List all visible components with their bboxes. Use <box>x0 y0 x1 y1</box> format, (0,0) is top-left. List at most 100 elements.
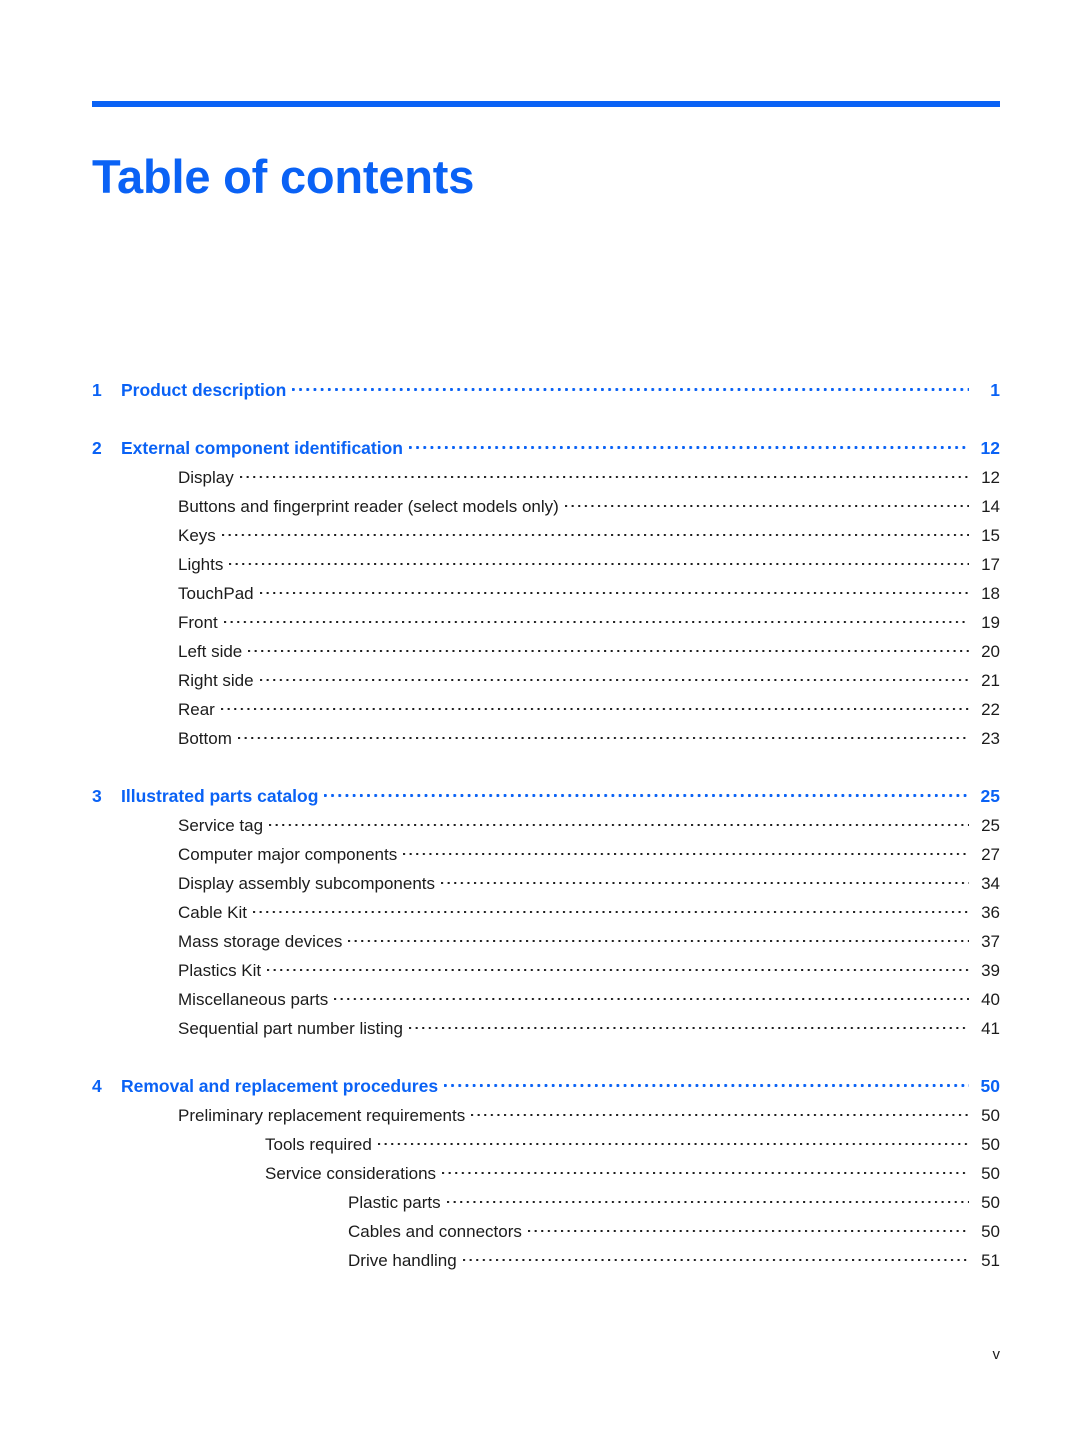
toc-entry-page-number: 12 <box>981 468 1000 487</box>
toc-entry-title: Display <box>178 468 234 487</box>
toc-entry-title: Left side <box>178 642 243 661</box>
toc-dot-leader <box>248 640 969 657</box>
toc-dot-leader <box>403 843 969 860</box>
toc-dot-leader <box>324 785 969 803</box>
toc-entry-title: Cable Kit <box>178 903 247 922</box>
toc-entry-title: Buttons and fingerprint reader (select m… <box>178 497 559 516</box>
toc-entry-title: Plastic parts <box>348 1193 441 1212</box>
toc-section-entry[interactable]: Display 12 <box>92 463 1000 492</box>
toc-dot-leader <box>564 495 969 512</box>
document-page: Table of contents 1 Product description 1 2… <box>0 0 1080 1437</box>
toc-entry-page-number: 39 <box>981 961 1000 980</box>
toc-dot-leader <box>229 553 969 570</box>
toc-section-entry[interactable]: TouchPad 18 <box>92 579 1000 608</box>
toc-chapter-entry[interactable]: 3 Illustrated parts catalog 25 <box>92 782 1000 811</box>
toc-entry-title: Tools required <box>265 1135 372 1154</box>
toc-section-entry[interactable]: Left side 20 <box>92 637 1000 666</box>
toc-entry-page-number: 21 <box>981 671 1000 690</box>
toc-entry-page-number: 50 <box>981 1222 1000 1241</box>
toc-dot-leader <box>220 698 969 715</box>
toc-dot-leader <box>223 611 969 628</box>
table-of-contents-list: 1 Product description 1 2 External component… <box>0 376 1080 1275</box>
toc-dot-leader <box>239 466 969 483</box>
toc-dot-leader <box>377 1133 969 1150</box>
toc-dot-leader <box>441 872 969 889</box>
toc-chapter-entry[interactable]: 2 External component identification 12 <box>92 434 1000 463</box>
toc-dot-leader <box>334 988 969 1005</box>
toc-entry-page-number: 25 <box>981 816 1000 835</box>
toc-section-entry[interactable]: Service tag 25 <box>92 811 1000 840</box>
toc-section-entry[interactable]: Preliminary replacement requirements 50 <box>92 1101 1000 1130</box>
toc-entry-title: Service tag <box>178 816 264 835</box>
toc-entry-page-number: 50 <box>981 1135 1000 1154</box>
toc-entry-title: Front <box>178 613 218 632</box>
toc-dot-leader <box>442 1162 969 1179</box>
toc-dot-leader <box>221 524 969 541</box>
toc-entry-title: Drive handling <box>348 1251 457 1270</box>
toc-dot-leader <box>527 1220 969 1237</box>
toc-entry-page-number: 40 <box>981 990 1000 1009</box>
toc-section-entry[interactable]: Keys 15 <box>92 521 1000 550</box>
toc-chapter-number: 3 <box>92 786 102 806</box>
toc-entry-title: TouchPad <box>178 584 254 603</box>
toc-entry-page-number: 19 <box>981 613 1000 632</box>
toc-entry-page-number: 17 <box>981 555 1000 574</box>
toc-dot-leader <box>462 1249 969 1266</box>
toc-entry-page-number: 20 <box>981 642 1000 661</box>
toc-section-entry[interactable]: Sequential part number listing 41 <box>92 1014 1000 1043</box>
toc-entry-title: Preliminary replacement requirements <box>178 1106 466 1125</box>
toc-section-entry[interactable]: Drive handling 51 <box>92 1246 1000 1275</box>
toc-entry-title: Display assembly subcomponents <box>178 874 436 893</box>
toc-section-entry[interactable]: Computer major components 27 <box>92 840 1000 869</box>
toc-chapter-number: 1 <box>92 380 102 400</box>
toc-dot-leader <box>408 437 969 455</box>
toc-entry-page-number: 23 <box>981 729 1000 748</box>
toc-section-entry[interactable]: Bottom 23 <box>92 724 1000 753</box>
toc-entry-title: Keys <box>178 526 216 545</box>
page-title: Table of contents <box>92 150 475 204</box>
toc-entry-page-number: 41 <box>981 1019 1000 1038</box>
toc-section-entry[interactable]: Rear 22 <box>92 695 1000 724</box>
toc-section-entry[interactable]: Front 19 <box>92 608 1000 637</box>
toc-entry-page-number: 37 <box>981 932 1000 951</box>
toc-entry-page-number: 15 <box>981 526 1000 545</box>
toc-chapter-entry[interactable]: 1 Product description 1 <box>92 376 1000 405</box>
toc-section-entry[interactable]: Cable Kit 36 <box>92 898 1000 927</box>
toc-entry-page-number: 50 <box>981 1193 1000 1212</box>
toc-dot-leader <box>348 930 969 947</box>
toc-entry-page-number: 34 <box>981 874 1000 893</box>
toc-entry-page-number: 50 <box>980 1076 1000 1096</box>
toc-entry-page-number: 27 <box>981 845 1000 864</box>
toc-section-entry[interactable]: Right side 21 <box>92 666 1000 695</box>
toc-entry-title: Illustrated parts catalog <box>121 786 319 806</box>
title-divider-rule <box>92 101 1000 107</box>
toc-dot-leader <box>408 1017 969 1034</box>
toc-entry-page-number: 36 <box>981 903 1000 922</box>
toc-entry-title: Miscellaneous parts <box>178 990 329 1009</box>
toc-entry-page-number: 22 <box>981 700 1000 719</box>
toc-entry-title: Cables and connectors <box>348 1222 522 1241</box>
toc-section-entry[interactable]: Display assembly subcomponents 34 <box>92 869 1000 898</box>
toc-section-entry[interactable]: Tools required 50 <box>92 1130 1000 1159</box>
toc-section-entry[interactable]: Buttons and fingerprint reader (select m… <box>92 492 1000 521</box>
toc-chapter-number: 4 <box>92 1076 102 1096</box>
toc-entry-page-number: 50 <box>981 1106 1000 1125</box>
toc-section-entry[interactable]: Service considerations 50 <box>92 1159 1000 1188</box>
toc-dot-leader <box>446 1191 969 1208</box>
toc-dot-leader <box>269 814 969 831</box>
toc-dot-leader <box>471 1104 969 1121</box>
toc-section-entry[interactable]: Cables and connectors 50 <box>92 1217 1000 1246</box>
toc-section-entry[interactable]: Plastics Kit 39 <box>92 956 1000 985</box>
toc-section-entry[interactable]: Mass storage devices 37 <box>92 927 1000 956</box>
toc-dot-leader <box>259 669 969 686</box>
toc-entry-title: Bottom <box>178 729 232 748</box>
toc-section-entry[interactable]: Plastic parts 50 <box>92 1188 1000 1217</box>
toc-dot-leader <box>444 1075 969 1093</box>
toc-dot-leader <box>237 727 969 744</box>
toc-entry-title: Sequential part number listing <box>178 1019 403 1038</box>
toc-section-entry[interactable]: Miscellaneous parts 40 <box>92 985 1000 1014</box>
toc-section-entry[interactable]: Lights 17 <box>92 550 1000 579</box>
toc-entry-page-number: 50 <box>981 1164 1000 1183</box>
toc-entry-title: External component identification <box>121 438 403 458</box>
toc-chapter-entry[interactable]: 4 Removal and replacement procedures 50 <box>92 1072 1000 1101</box>
